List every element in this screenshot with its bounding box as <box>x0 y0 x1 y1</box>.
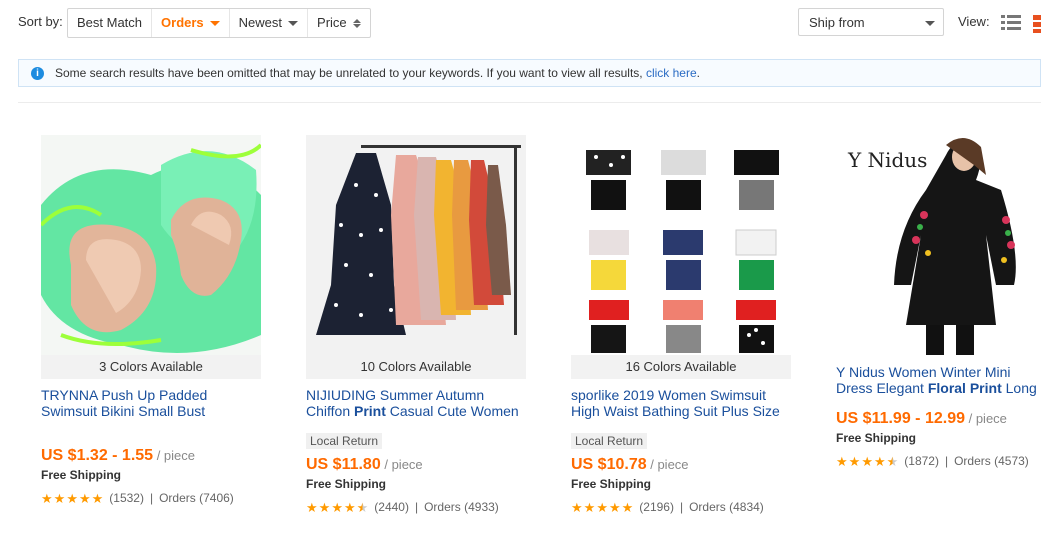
sort-option-label: Price <box>317 15 347 30</box>
order-count: Orders (4573) <box>954 454 1029 468</box>
divider <box>18 102 1041 103</box>
chevron-down-icon <box>925 21 935 26</box>
list-view-icon[interactable] <box>1001 15 1021 31</box>
review-count[interactable]: (2440) <box>374 500 409 514</box>
product-title[interactable]: Y Nidus Women Winter Mini Dress Elegant … <box>836 364 1041 396</box>
brand-logo-text: Y Nidus <box>847 148 927 172</box>
ship-from-label: Ship from <box>809 15 865 30</box>
rating-row: ★ ★ ★ ★ ★ (1872) | Orders (4573) <box>836 453 1029 469</box>
product-title[interactable]: NIJIUDING Summer Autumn Chiffon Print Ca… <box>306 387 528 419</box>
product-card[interactable]: 3 Colors Available TRYNNA Push Up Padded… <box>41 135 263 505</box>
product-card[interactable]: 16 Colors Available sporlike 2019 Women … <box>571 135 793 514</box>
product-image[interactable] <box>571 135 791 355</box>
review-count[interactable]: (1872) <box>904 454 939 468</box>
product-title[interactable]: sporlike 2019 Women Swimsuit High Waist … <box>571 387 793 419</box>
info-icon: i <box>31 67 44 80</box>
view-label: View: <box>958 14 990 29</box>
review-count[interactable]: (2196) <box>639 500 674 514</box>
colors-available: 10 Colors Available <box>306 355 526 379</box>
shipping-label: Free Shipping <box>306 477 387 491</box>
rating-row: ★ ★ ★ ★ ★ (1532) | Orders (7406) <box>41 490 234 506</box>
colors-available: 16 Colors Available <box>571 355 791 379</box>
product-image[interactable]: Y Nidus <box>836 135 1041 355</box>
sort-option-label: Newest <box>238 15 283 30</box>
shipping-label: Free Shipping <box>571 477 652 491</box>
colors-available: 3 Colors Available <box>41 355 261 379</box>
product-price: US $1.32 - 1.55 / piece <box>41 447 195 464</box>
product-card[interactable]: Y Nidus Y Nidus Women Winter Mini Dress … <box>836 135 1041 468</box>
search-results-page: Sort by: Best Match Orders Newest Price … <box>0 0 1041 537</box>
sort-toolbar: Sort by: Best Match Orders Newest Price … <box>0 8 1041 38</box>
click-here-link[interactable]: click here <box>646 66 697 80</box>
order-count: Orders (4933) <box>424 500 499 514</box>
sort-option-label: Orders <box>161 15 204 30</box>
sort-label: Sort by: <box>18 14 63 29</box>
product-image[interactable] <box>306 135 526 355</box>
rating-row: ★ ★ ★ ★ ★ (2440) | Orders (4933) <box>306 499 499 515</box>
rating-row: ★ ★ ★ ★ ★ (2196) | Orders (4834) <box>571 499 764 515</box>
product-price: US $10.78 / piece <box>571 456 689 473</box>
product-price: US $11.99 - 12.99 / piece <box>836 410 1007 427</box>
local-return-badge: Local Return <box>306 433 383 449</box>
sort-newest-button[interactable]: Newest <box>230 9 309 37</box>
star-rating-icon: ★ ★ ★ ★ ★ <box>306 499 369 515</box>
sort-option-label: Best Match <box>77 15 143 30</box>
product-price: US $11.80 / piece <box>306 456 423 473</box>
omitted-results-notice: i Some search results have been omitted … <box>18 59 1041 87</box>
sort-price-button[interactable]: Price <box>308 9 370 37</box>
product-image[interactable] <box>41 135 261 355</box>
notice-text: Some search results have been omitted th… <box>55 66 700 80</box>
star-rating-icon: ★ ★ ★ ★ ★ <box>41 490 104 506</box>
sort-orders-button[interactable]: Orders <box>152 9 230 37</box>
sort-options: Best Match Orders Newest Price <box>67 8 371 38</box>
chevron-down-icon <box>288 20 299 26</box>
order-count: Orders (4834) <box>689 500 764 514</box>
sort-updown-icon <box>352 18 361 28</box>
local-return-badge: Local Return <box>571 433 648 449</box>
star-rating-icon: ★ ★ ★ ★ ★ <box>571 499 634 515</box>
shipping-label: Free Shipping <box>41 468 122 482</box>
shipping-label: Free Shipping <box>836 431 917 445</box>
product-card[interactable]: 10 Colors Available NIJIUDING Summer Aut… <box>306 135 528 514</box>
star-rating-icon: ★ ★ ★ ★ ★ <box>836 453 899 469</box>
order-count: Orders (7406) <box>159 491 234 505</box>
product-title[interactable]: TRYNNA Push Up Padded Swimsuit Bikini Sm… <box>41 387 263 419</box>
grid-view-icon[interactable] <box>1033 15 1041 33</box>
chevron-down-icon <box>209 20 220 26</box>
review-count[interactable]: (1532) <box>109 491 144 505</box>
ship-from-select[interactable]: Ship from <box>798 8 944 36</box>
sort-best-match-button[interactable]: Best Match <box>68 9 153 37</box>
